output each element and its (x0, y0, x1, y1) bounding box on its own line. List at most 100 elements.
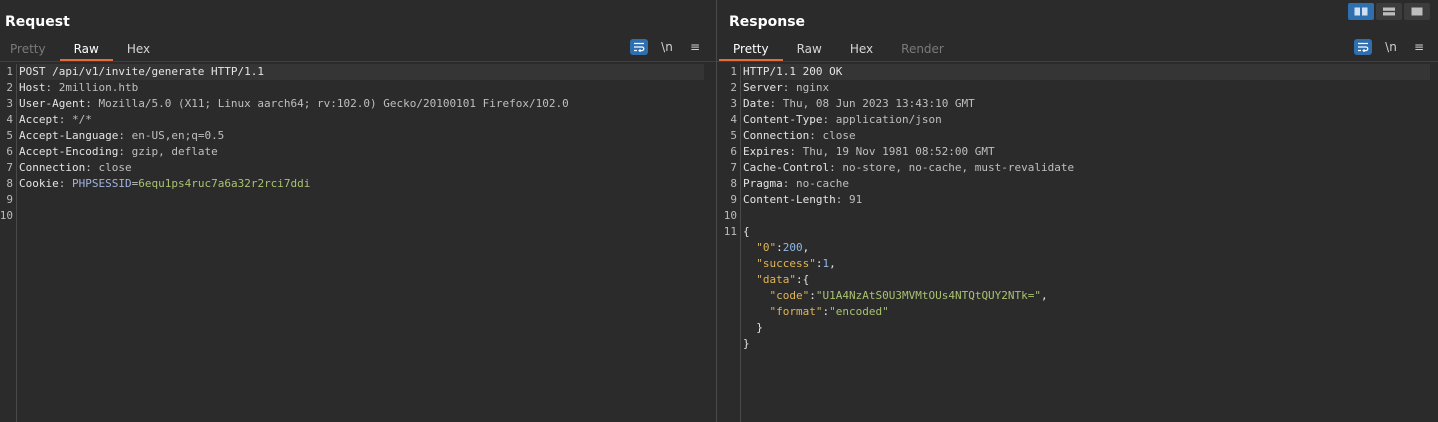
request-line: Accept: */* (19, 113, 92, 126)
json-line: "data":{ (756, 273, 810, 286)
header-value: Mozilla/5.0 (X11; Linux aarch64; rv:102.… (98, 97, 569, 110)
header-value: 91 (848, 193, 863, 206)
response-pane: Response Pretty Raw Hex Render \n ≡ 1 2 … (717, 0, 1438, 422)
line-number: 5 (6, 129, 13, 142)
line-number: 5 (730, 129, 737, 142)
response-line: Connection: close (743, 129, 856, 142)
json-key: "format" (769, 305, 823, 318)
header-name: Date (743, 97, 770, 110)
request-line (19, 192, 704, 208)
header-name: Pragma (743, 177, 783, 190)
line-number: 11 (723, 225, 737, 238)
header-name: Connection (19, 161, 86, 174)
request-line: Host: 2million.htb (19, 81, 139, 94)
newline-toggle-button[interactable]: \n (1382, 40, 1400, 54)
request-tab-pretty[interactable]: Pretty (0, 39, 60, 61)
header-name: User-Agent (19, 97, 86, 110)
request-tab-raw[interactable]: Raw (59, 39, 113, 61)
json-string: "encoded" (829, 305, 889, 318)
line-number: 3 (730, 97, 737, 110)
header-value: */* (72, 113, 92, 126)
header-name: Content-Type (743, 113, 823, 126)
request-line: Accept-Language: en-US,en;q=0.5 (19, 129, 225, 142)
cookie-name: PHPSESSID (72, 177, 132, 190)
response-line (743, 208, 1430, 224)
response-toolbar: \n ≡ (1354, 38, 1428, 56)
header-value: close (822, 129, 856, 142)
response-editor[interactable]: 1 2 3 4 5 6 7 8 9 10 11 HTTP/1.1 200 OK … (717, 62, 1438, 422)
header-name: Server (743, 81, 783, 94)
json-line: "code":"U1A4NzAtS0U3MVMtOUs4NTQtQUY2NTk=… (769, 289, 1048, 302)
json-line: "0":200, (756, 241, 810, 254)
request-line: User-Agent: Mozilla/5.0 (X11; Linux aarc… (19, 97, 569, 110)
request-title: Request (5, 14, 70, 30)
json-line: "format":"encoded" (769, 305, 889, 318)
header-value: Thu, 19 Nov 1981 08:52:00 GMT (802, 145, 995, 158)
newline-toggle-button[interactable]: \n (658, 40, 676, 54)
request-code: POST /api/v1/invite/generate HTTP/1.1 Ho… (19, 64, 704, 224)
json-key: "0" (756, 241, 777, 254)
request-line: Connection: close (19, 161, 132, 174)
response-title: Response (729, 14, 806, 30)
request-pane: Request Pretty Raw Hex \n ≡ 1 2 3 4 5 6 … (0, 0, 717, 422)
request-line: Cookie: PHPSESSID=6equ1ps4ruc7a6a32r2rci… (19, 177, 311, 190)
request-line: Accept-Encoding: gzip, deflate (19, 145, 218, 158)
json-line: } (743, 337, 750, 350)
menu-icon[interactable]: ≡ (1410, 40, 1428, 54)
response-line: Content-Type: application/json (743, 113, 942, 126)
header-name: Accept (19, 113, 59, 126)
header-name: Expires (743, 145, 790, 158)
header-value: no-cache (796, 177, 849, 190)
line-number: 4 (6, 113, 13, 126)
line-number: 2 (730, 81, 737, 94)
menu-icon[interactable]: ≡ (686, 40, 704, 54)
json-string: "U1A4NzAtS0U3MVMtOUs4NTQtQUY2NTk=" (815, 289, 1042, 302)
header-name: Content-Length (743, 193, 836, 206)
request-line: POST /api/v1/invite/generate HTTP/1.1 (19, 64, 704, 80)
line-number: 10 (0, 209, 13, 222)
header-value: close (98, 161, 132, 174)
request-toolbar: \n ≡ (630, 38, 704, 56)
line-number: 1 (730, 65, 737, 78)
response-tab-raw[interactable]: Raw (783, 39, 836, 61)
line-number: 10 (723, 209, 737, 222)
cookie-value: 6equ1ps4ruc7a6a32r2rci7ddi (138, 177, 311, 190)
request-editor[interactable]: 1 2 3 4 5 6 7 8 9 10 POST /api/v1/invite… (0, 62, 716, 422)
line-number: 8 (730, 177, 737, 190)
response-tabs: Pretty Raw Hex Render (719, 38, 958, 61)
request-tabs: Pretty Raw Hex (0, 38, 164, 61)
response-code: HTTP/1.1 200 OK Server: nginx Date: Thu,… (743, 64, 1430, 352)
json-key: "code" (769, 289, 810, 302)
line-number: 9 (6, 193, 13, 206)
header-value: nginx (796, 81, 830, 94)
header-name: Cache-Control (743, 161, 830, 174)
response-line: HTTP/1.1 200 OK (743, 64, 1430, 80)
header-value: Thu, 08 Jun 2023 13:43:10 GMT (782, 97, 975, 110)
header-name: Cookie (19, 177, 59, 190)
json-line: } (743, 321, 763, 334)
word-wrap-icon[interactable] (630, 39, 648, 55)
word-wrap-icon[interactable] (1354, 39, 1372, 55)
line-number: 3 (6, 97, 13, 110)
split-vertical-icon[interactable] (1376, 3, 1402, 20)
response-line: Pragma: no-cache (743, 177, 849, 190)
json-key: "data" (756, 273, 796, 286)
response-tab-render[interactable]: Render (887, 39, 958, 61)
response-tab-pretty[interactable]: Pretty (719, 39, 783, 61)
response-line-gutter: 1 2 3 4 5 6 7 8 9 10 11 (717, 64, 741, 422)
line-number: 8 (6, 177, 13, 190)
line-number: 6 (730, 145, 737, 158)
header-value: 2million.htb (58, 81, 139, 94)
request-line-gutter: 1 2 3 4 5 6 7 8 9 10 (0, 64, 17, 422)
response-line: Expires: Thu, 19 Nov 1981 08:52:00 GMT (743, 145, 995, 158)
line-number: 6 (6, 145, 13, 158)
request-line (19, 208, 704, 224)
split-horizontal-icon[interactable] (1348, 3, 1374, 20)
line-number: 4 (730, 113, 737, 126)
response-line: Date: Thu, 08 Jun 2023 13:43:10 GMT (743, 97, 975, 110)
single-pane-icon[interactable] (1404, 3, 1430, 20)
request-tab-hex[interactable]: Hex (113, 39, 164, 61)
json-key: "success" (756, 257, 816, 270)
header-name: Host (19, 81, 46, 94)
response-tab-hex[interactable]: Hex (836, 39, 887, 61)
